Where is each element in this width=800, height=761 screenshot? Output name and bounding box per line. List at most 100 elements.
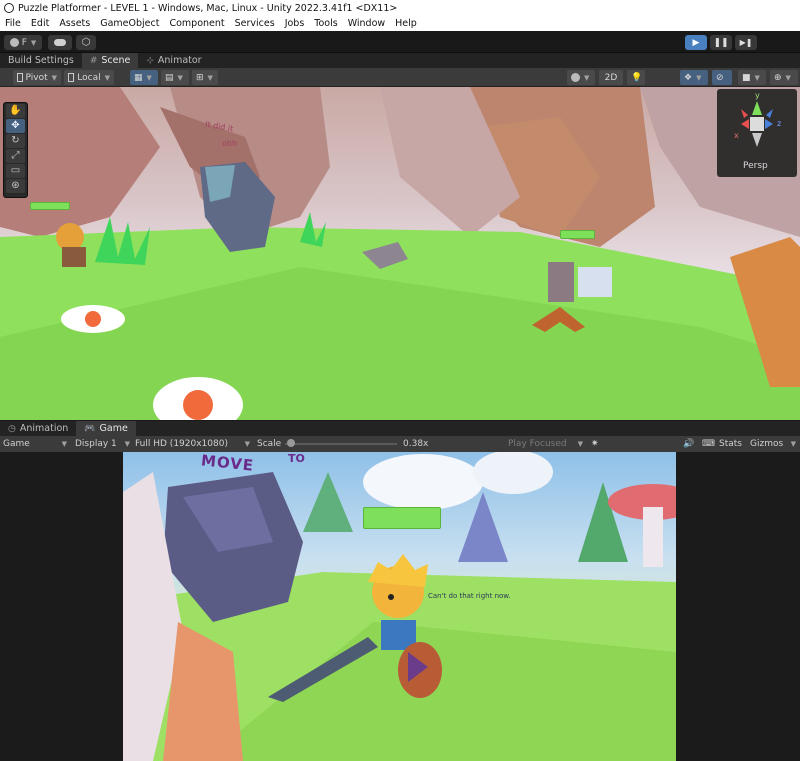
chevron-down-icon: ▼: [51, 73, 57, 82]
eye-slash-icon: ⊘: [716, 72, 724, 83]
main-toolbar: F ▼ ⬡ ▶ ❚❚ ▶❚: [0, 31, 800, 53]
shading-sphere-icon: [571, 73, 580, 82]
tab-game[interactable]: 🎮 Game: [76, 421, 136, 436]
camera-icon: ■: [742, 72, 751, 83]
step-button[interactable]: ▶❚: [735, 35, 757, 50]
grid-icon: ▦: [134, 72, 143, 83]
tab-build-settings-label: Build Settings: [8, 55, 74, 66]
training-dummy: [548, 262, 574, 302]
menu-help[interactable]: Help: [390, 18, 422, 29]
enemy-health-bar: [560, 230, 595, 239]
lighting-toggle[interactable]: 💡: [627, 70, 645, 85]
sign-text-2: ohh: [222, 139, 238, 148]
menu-jobs[interactable]: Jobs: [280, 18, 310, 29]
local-label: Local: [77, 72, 101, 83]
cloud-button[interactable]: [48, 35, 72, 50]
window-title: Puzzle Platformer - LEVEL 1 - Windows, M…: [18, 2, 398, 14]
account-icon: [9, 38, 19, 47]
menu-window[interactable]: Window: [343, 18, 390, 29]
rotate-tool-icon[interactable]: ↻: [6, 134, 25, 148]
globe-icon: ⊕: [774, 72, 782, 83]
stats-button[interactable]: Stats: [719, 438, 742, 450]
account-label: F: [21, 37, 27, 48]
effects-button[interactable]: ❖ ▼: [680, 70, 708, 85]
game-view-dropdown[interactable]: Game ▼: [3, 438, 67, 450]
display-dropdown[interactable]: Display 1 ▼: [75, 438, 130, 450]
character-head: [56, 223, 84, 251]
effects-icon: ❖: [684, 72, 693, 83]
gizmos-dropdown[interactable]: Gizmos ▼: [750, 438, 796, 450]
gamepad-icon: 🎮: [84, 423, 96, 434]
pivot-dropdown[interactable]: Pivot ▼: [13, 70, 61, 85]
menu-bar: File Edit Assets GameObject Component Se…: [0, 16, 800, 31]
increment-snap-button[interactable]: ⊞ ▼: [192, 70, 218, 85]
tab-build-settings[interactable]: Build Settings: [0, 53, 82, 68]
cloud: [363, 454, 483, 510]
chevron-down-icon: ▼: [790, 440, 796, 448]
game-viewport[interactable]: MOVE TO Can't do that right now.: [123, 452, 676, 761]
tab-scene[interactable]: # Scene: [81, 53, 139, 68]
package-button[interactable]: ⬡: [76, 35, 96, 50]
scale-label: Scale: [257, 439, 282, 449]
upper-tab-strip: Build Settings # Scene ⊹ Animator: [0, 53, 800, 68]
tab-animation[interactable]: ◷ Animation: [0, 421, 76, 436]
play-button[interactable]: ▶: [685, 35, 707, 50]
local-icon: [68, 73, 75, 82]
pivot-label: Pivot: [25, 72, 48, 83]
menu-tools[interactable]: Tools: [309, 18, 342, 29]
unity-logo-icon: [4, 3, 14, 13]
chevron-down-icon: ▼: [30, 38, 37, 47]
tab-game-label: Game: [99, 423, 128, 434]
player-health-bar: [30, 202, 70, 210]
game-view-label: Game: [3, 439, 30, 449]
local-dropdown[interactable]: Local ▼: [64, 70, 114, 85]
hexagon-icon: ⬡: [81, 37, 91, 48]
camera-button[interactable]: ■ ▼: [738, 70, 766, 85]
visibility-toggle[interactable]: ⊘: [712, 70, 732, 85]
menu-file[interactable]: File: [0, 18, 26, 29]
grid-plane-icon: ▤: [165, 72, 174, 83]
grid-visibility-button[interactable]: ▤ ▼: [161, 70, 189, 85]
menu-component[interactable]: Component: [164, 18, 229, 29]
menu-assets[interactable]: Assets: [54, 18, 95, 29]
scale-slider[interactable]: [285, 438, 397, 450]
orientation-gizmo[interactable]: y x z Persp: [717, 89, 797, 177]
axis-x-label: x: [734, 131, 739, 140]
lightbulb-icon: 💡: [631, 72, 643, 83]
scene-render: [0, 87, 800, 420]
bug-icon[interactable]: ✷: [591, 438, 599, 450]
rect-tool-icon[interactable]: ▭: [6, 164, 25, 178]
draw-mode-button[interactable]: ▼: [567, 70, 595, 85]
tab-animator[interactable]: ⊹ Animator: [138, 53, 209, 68]
menu-edit[interactable]: Edit: [26, 18, 54, 29]
animation-icon: ◷: [8, 423, 16, 434]
play-focused-dropdown[interactable]: Play Focused ▼: [508, 438, 583, 450]
account-button[interactable]: F ▼: [4, 35, 42, 50]
pause-icon: ❚❚: [713, 37, 729, 48]
chevron-down-icon: ▼: [61, 440, 67, 448]
shield-crate: [578, 267, 612, 297]
mode-2d-button[interactable]: 2D: [599, 70, 623, 85]
gizmos-scene-button[interactable]: ⊕ ▼: [770, 70, 798, 85]
scale-slider-handle[interactable]: [287, 439, 296, 447]
transform-tool-icon[interactable]: ⊛: [6, 179, 25, 193]
window-title-bar: Puzzle Platformer - LEVEL 1 - Windows, M…: [0, 0, 800, 16]
menu-services[interactable]: Services: [230, 18, 280, 29]
resolution-dropdown[interactable]: Full HD (1920x1080) ▼: [135, 438, 250, 450]
audio-mute-icon[interactable]: 🔊: [683, 438, 694, 450]
tab-animation-label: Animation: [19, 423, 69, 434]
tab-scene-label: Scene: [101, 55, 131, 66]
scale-tool-icon[interactable]: ⤢: [6, 149, 25, 163]
projection-label[interactable]: Persp: [743, 161, 768, 171]
keyboard-icon[interactable]: ⌨: [702, 438, 715, 450]
menu-gameobject[interactable]: GameObject: [95, 18, 164, 29]
scene-viewport[interactable]: It did it ohh ✋ ✥ ↻ ⤢ ▭ ⊛ y x z Persp: [0, 87, 800, 420]
grid-snap-button[interactable]: ▦ ▼: [130, 70, 158, 85]
pivot-icon: [17, 73, 23, 82]
pause-button[interactable]: ❚❚: [710, 35, 732, 50]
scene-toolbar: Pivot ▼ Local ▼ ▦ ▼ ▤ ▼ ⊞ ▼ ▼ 2D 💡 ❖ ▼ ⊘ ■ ▼ …: [0, 68, 800, 87]
hand-tool-icon[interactable]: ✋: [6, 104, 25, 118]
move-tool-icon[interactable]: ✥: [6, 119, 25, 133]
play-focused-label: Play Focused: [508, 439, 567, 449]
axis-y-label: y: [755, 91, 760, 100]
